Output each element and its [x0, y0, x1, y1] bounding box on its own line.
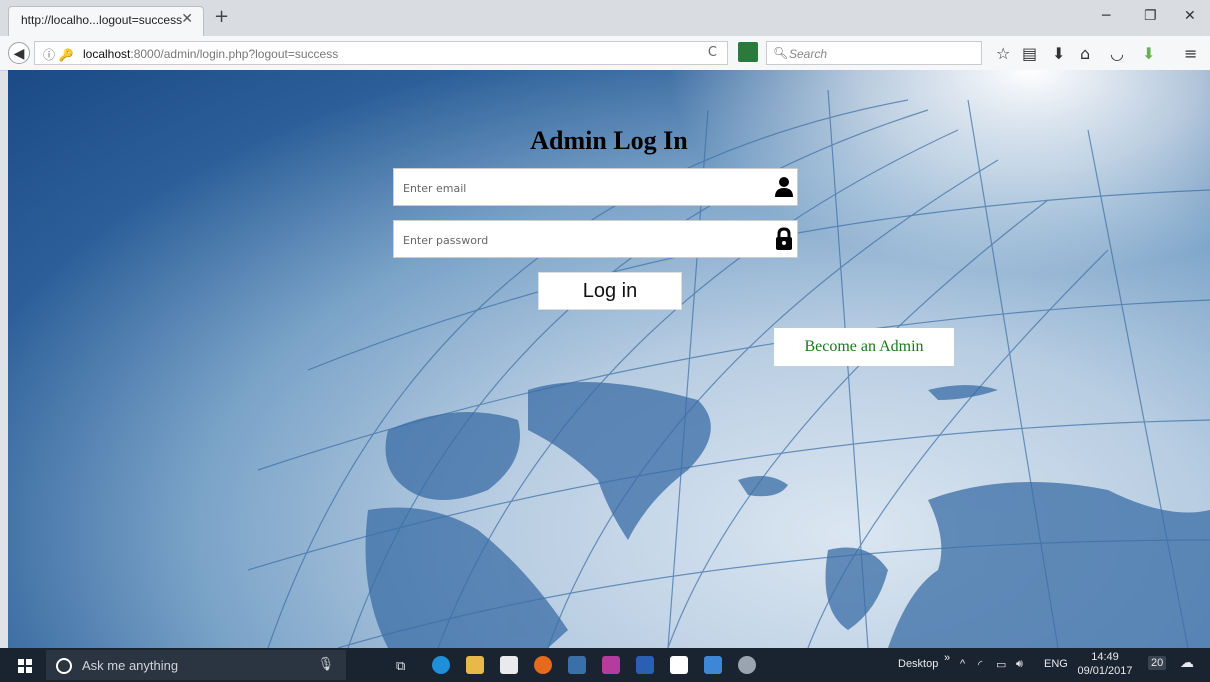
- tab-title: http://localho...logout=success: [21, 13, 183, 27]
- new-tab-button[interactable]: +: [214, 6, 229, 27]
- system-clock[interactable]: 14:49 09/01/2017: [1070, 650, 1140, 678]
- battery-icon[interactable]: ▭: [996, 658, 1006, 671]
- login-page: Admin Log In Log in Become an Admin: [8, 70, 1210, 648]
- windows-start-icon[interactable]: [18, 659, 32, 673]
- browser-tab-strip: http://localho...logout=success ✕ + ─ ❐ …: [0, 0, 1210, 36]
- browser-tab[interactable]: http://localho...logout=success ✕: [8, 6, 204, 36]
- bookmark-star-icon[interactable]: ☆: [996, 44, 1010, 63]
- login-button[interactable]: Log in: [538, 272, 682, 310]
- close-window-icon[interactable]: ✕: [1184, 8, 1196, 24]
- download-icon[interactable]: ⬇: [1052, 44, 1065, 63]
- globe-background: [247, 89, 1210, 648]
- network-icon[interactable]: ◜: [978, 658, 982, 671]
- url-host: localhost: [83, 47, 131, 61]
- microphone-icon[interactable]: 🎙︎: [317, 657, 334, 672]
- close-tab-icon[interactable]: ✕: [181, 11, 193, 27]
- photos-icon[interactable]: [670, 656, 688, 674]
- windows-taskbar: Ask me anything 🎙︎ ⧉ Desktop » ^ ◜ ▭ 🔊︎ …: [0, 648, 1210, 682]
- desktop-toolbar-label[interactable]: Desktop: [898, 658, 938, 670]
- password-field-container: [393, 220, 798, 259]
- password-input[interactable]: [394, 221, 765, 259]
- lock-icon: [776, 227, 792, 250]
- toolbar-expand-icon[interactable]: »: [944, 652, 950, 664]
- store-icon[interactable]: [500, 656, 518, 674]
- search-placeholder: Search: [789, 47, 828, 61]
- task-view-icon[interactable]: ⧉: [396, 658, 405, 674]
- edge-icon[interactable]: [432, 656, 450, 674]
- snipping-tool-icon[interactable]: [738, 656, 756, 674]
- firefox-icon[interactable]: [534, 656, 552, 674]
- cortana-icon: [56, 658, 72, 674]
- restore-icon[interactable]: ❐: [1144, 8, 1157, 24]
- reload-icon[interactable]: C: [708, 45, 717, 60]
- menu-icon[interactable]: ≡: [1184, 44, 1197, 63]
- page-title: Admin Log In: [530, 126, 688, 155]
- user-icon: [775, 177, 793, 197]
- back-button[interactable]: ◀: [8, 42, 30, 64]
- notifications-badge[interactable]: 20: [1148, 656, 1167, 670]
- url-text: localhost:8000/admin/login.php?logout=su…: [83, 47, 338, 61]
- clock-time: 14:49: [1091, 651, 1119, 663]
- url-path: :8000/admin/login.php?logout=success: [130, 47, 339, 61]
- cortana-search-box[interactable]: Ask me anything 🎙︎: [46, 650, 346, 680]
- tray-expand-icon[interactable]: ^: [960, 658, 965, 670]
- download-helper-icon[interactable]: ⬇: [1142, 44, 1155, 63]
- word-icon[interactable]: [636, 656, 654, 674]
- url-bar[interactable]: ⓘ 🔑 localhost:8000/admin/login.php?logou…: [34, 41, 728, 65]
- search-icon: 🔍︎: [773, 46, 789, 60]
- mysql-workbench-icon[interactable]: [568, 656, 586, 674]
- minimize-icon[interactable]: ─: [1102, 8, 1110, 24]
- file-explorer-icon[interactable]: [466, 656, 484, 674]
- paint-icon[interactable]: [704, 656, 722, 674]
- reading-list-icon[interactable]: ▤: [1022, 44, 1037, 63]
- volume-icon[interactable]: 🔊︎: [1016, 658, 1023, 671]
- phpstorm-icon[interactable]: [602, 656, 620, 674]
- extension-icon[interactable]: [738, 42, 758, 62]
- pocket-icon[interactable]: ◡: [1110, 44, 1124, 63]
- search-bar[interactable]: 🔍︎ Search: [766, 41, 982, 65]
- clock-date: 09/01/2017: [1077, 665, 1133, 677]
- become-admin-button[interactable]: Become an Admin: [774, 328, 954, 366]
- weather-icon[interactable]: ☁: [1180, 654, 1194, 671]
- cortana-placeholder: Ask me anything: [82, 658, 179, 673]
- home-icon[interactable]: ⌂: [1080, 44, 1090, 63]
- language-indicator[interactable]: ENG: [1044, 658, 1068, 670]
- site-info-icon[interactable]: ⓘ 🔑: [43, 46, 74, 63]
- email-input[interactable]: [394, 169, 765, 207]
- email-field-container: [393, 168, 798, 207]
